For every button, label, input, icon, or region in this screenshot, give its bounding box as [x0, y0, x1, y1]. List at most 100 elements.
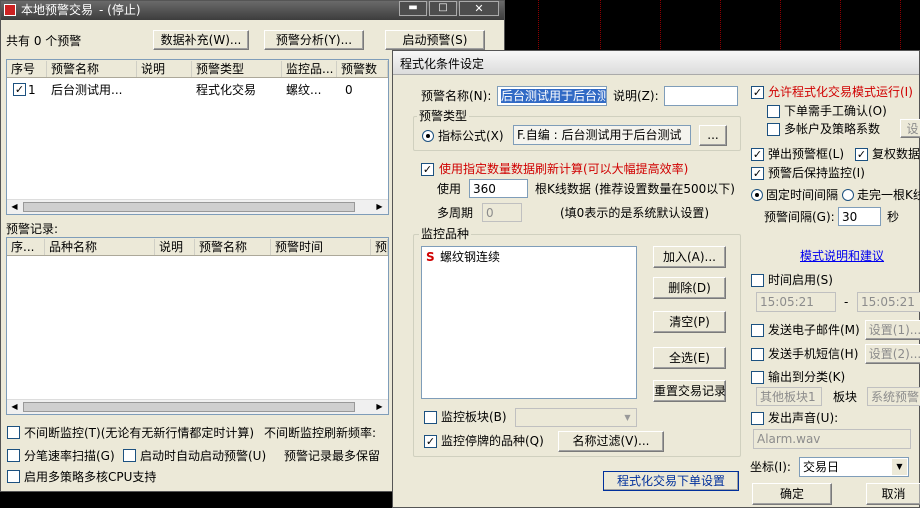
name-input-value: 后台测试用于后台测试: [501, 89, 606, 103]
use-fixed-checkbox[interactable]: ✓: [421, 163, 434, 176]
record-table-scrollbar[interactable]: ◀ ▶: [7, 399, 388, 414]
chevron-down-icon[interactable]: ▼: [620, 410, 635, 425]
scroll-thumb[interactable]: [23, 402, 355, 412]
add-button[interactable]: 加入(A)...: [653, 246, 726, 268]
play-sound-label: 发出声音(U):: [768, 411, 839, 425]
list-item[interactable]: S 螺纹钢连续: [424, 249, 624, 265]
warn-table-scrollbar[interactable]: ◀ ▶: [7, 199, 388, 214]
main-title: 本地预警交易: [21, 3, 94, 17]
sms-settings-button[interactable]: 设置(2)...: [865, 344, 920, 364]
continuous-checkbox[interactable]: [7, 426, 20, 439]
formula-input[interactable]: F.自编 : 后台测试用于后台测试: [513, 125, 691, 145]
col-desc[interactable]: 说明: [137, 61, 192, 77]
reset-records-button[interactable]: 重置交易记录: [653, 380, 726, 402]
other-block-select[interactable]: 其他板块1: [756, 387, 822, 406]
interval-input[interactable]: 30: [838, 207, 881, 226]
multi-account-settings-button[interactable]: 设: [900, 119, 920, 138]
col-type[interactable]: 预警类型: [192, 61, 282, 77]
auto-start-checkbox[interactable]: [123, 449, 136, 462]
per-k-label: 走完一根K线: [857, 188, 920, 202]
tick-scan-checkbox[interactable]: [7, 449, 20, 462]
order-settings-button[interactable]: 程式化交易下单设置: [603, 471, 739, 491]
monitor-block-checkbox[interactable]: [424, 411, 437, 424]
send-email-checkbox[interactable]: [751, 324, 764, 337]
popup-label: 弹出预警框(L): [768, 147, 845, 161]
output-category-checkbox[interactable]: [751, 371, 764, 384]
scroll-left-icon[interactable]: ◀: [8, 201, 21, 213]
time-enable-checkbox[interactable]: [751, 274, 764, 287]
rec-col-desc[interactable]: 说明: [155, 239, 195, 255]
col-name[interactable]: 预警名称: [47, 61, 137, 77]
play-sound-checkbox[interactable]: [751, 412, 764, 425]
row-count: 0: [345, 83, 353, 97]
warn-table-header: 序号 预警名称 说明 预警类型 监控品... 预警数: [7, 60, 388, 78]
monitor-list[interactable]: S 螺纹钢连续: [421, 246, 637, 399]
delete-button[interactable]: 删除(D): [653, 277, 726, 299]
row-checkbox[interactable]: ✓: [13, 83, 26, 96]
rec-col-time[interactable]: 预警时间: [271, 239, 371, 255]
row-type: 程式化交易: [196, 83, 257, 97]
multicore-checkbox[interactable]: [7, 470, 20, 483]
col-index[interactable]: 序号: [7, 61, 47, 77]
desc-label: 说明(Z):: [613, 89, 659, 103]
interval-label: 预警间隔(G):: [764, 210, 835, 224]
scroll-thumb[interactable]: [23, 202, 355, 212]
fixed-interval-radio[interactable]: [751, 189, 763, 201]
condition-dialog: 程式化条件设定 预警名称(N): 后台测试用于后台测试 说明(Z): 预警类型 …: [392, 50, 920, 508]
col-count[interactable]: 预警数: [337, 61, 388, 77]
other-block-value: 其他板块1: [760, 390, 816, 404]
minimize-icon[interactable]: ▬: [399, 1, 427, 16]
email-settings-button[interactable]: 设置(1)...: [865, 320, 920, 340]
time-from-input[interactable]: 15:05:21: [756, 292, 836, 312]
allow-auto-checkbox[interactable]: ✓: [751, 86, 764, 99]
keep-monitor-checkbox[interactable]: ✓: [751, 167, 764, 180]
rights-label: 复权数据: [872, 147, 920, 161]
data-fill-button[interactable]: 数据补充(W)...: [153, 30, 249, 50]
formula-radio[interactable]: [422, 130, 434, 142]
cancel-button[interactable]: 取消: [866, 483, 920, 505]
main-titlebar: 本地预警交易 - (停止) ▬ □ ✕: [1, 1, 504, 20]
multi-account-checkbox[interactable]: [767, 123, 780, 136]
main-status: - (停止): [99, 3, 141, 17]
maximize-icon[interactable]: □: [429, 1, 457, 16]
desc-input[interactable]: [664, 86, 738, 106]
max-keep-label: 预警记录最多保留: [284, 449, 381, 463]
scroll-right-icon[interactable]: ▶: [373, 201, 386, 213]
ok-button[interactable]: 确定: [752, 483, 832, 505]
manual-confirm-checkbox[interactable]: [767, 105, 780, 118]
rec-col-product[interactable]: 品种名称: [45, 239, 155, 255]
name-input[interactable]: 后台测试用于后台测试: [497, 86, 607, 106]
start-warn-button[interactable]: 启动预警(S): [385, 30, 485, 50]
use-count-input[interactable]: 360: [469, 179, 528, 198]
scroll-right-icon[interactable]: ▶: [373, 401, 386, 413]
refresh-label: 不间断监控刷新频率:: [264, 426, 377, 440]
rights-checkbox[interactable]: ✓: [855, 148, 868, 161]
list-item-mark: S: [426, 250, 435, 264]
rec-col-warn[interactable]: 预警: [371, 239, 388, 255]
multi-period-input[interactable]: 0: [482, 203, 522, 222]
time-to-input[interactable]: 15:05:21: [857, 292, 920, 312]
per-k-radio[interactable]: [842, 189, 854, 201]
close-icon[interactable]: ✕: [459, 1, 499, 16]
chevron-down-icon[interactable]: ▼: [892, 459, 907, 475]
popup-checkbox[interactable]: ✓: [751, 148, 764, 161]
chart-backdrop: [500, 0, 920, 55]
sound-file-input[interactable]: Alarm.wav: [753, 429, 911, 449]
rec-col-name[interactable]: 预警名称: [195, 239, 271, 255]
system-warn-select[interactable]: 系统预警: [867, 387, 920, 406]
table-row[interactable]: ✓ 1 后台测试用... 程式化交易 螺纹... 0: [7, 80, 388, 98]
name-filter-button[interactable]: 名称过滤(V)...: [558, 431, 664, 452]
scroll-left-icon[interactable]: ◀: [8, 401, 21, 413]
monitor-block-select[interactable]: ▼: [515, 408, 637, 427]
mode-help-link[interactable]: 模式说明和建议: [800, 248, 884, 264]
rec-col-index[interactable]: 序...: [7, 239, 45, 255]
coord-select[interactable]: 交易日 ▼: [799, 457, 909, 477]
formula-browse-button[interactable]: ...: [699, 125, 727, 146]
monitor-suspended-checkbox[interactable]: ✓: [424, 435, 437, 448]
select-all-button[interactable]: 全选(E): [653, 347, 726, 369]
continuous-label: 不间断监控(T)(无论有无新行情都定时计算): [24, 426, 255, 440]
analysis-button[interactable]: 预警分析(Y)...: [264, 30, 364, 50]
send-sms-checkbox[interactable]: [751, 348, 764, 361]
clear-button[interactable]: 清空(P): [653, 311, 726, 333]
col-product[interactable]: 监控品...: [282, 61, 337, 77]
